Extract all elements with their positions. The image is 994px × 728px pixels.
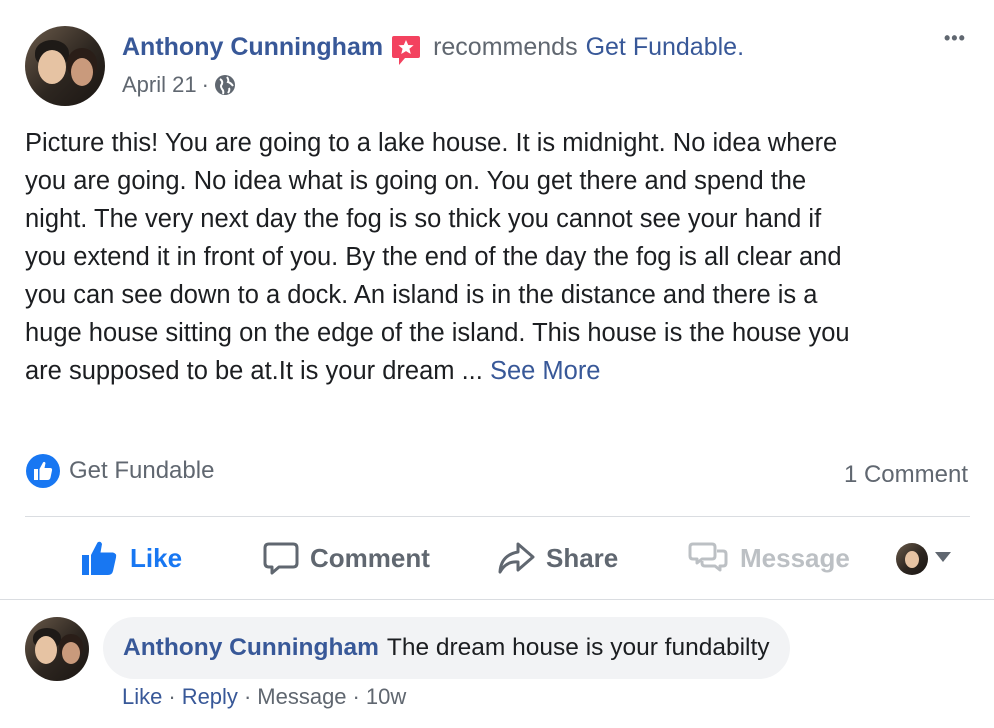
comment-like-link[interactable]: Like [122,684,162,710]
share-button[interactable]: Share [496,538,618,578]
comment-dot: · [352,684,360,709]
post-body-line: you are going. No idea what is going on.… [25,167,807,195]
author-name[interactable]: Anthony Cunningham [122,33,383,62]
post-body: Picture this! You are going to a lake ho… [25,124,975,390]
thumbs-up-icon [80,538,130,578]
comment-author-avatar[interactable] [25,617,89,681]
post-body-text: are supposed to be at.It is your dream .… [25,357,483,385]
small-avatar [896,543,928,575]
comment-message-link[interactable]: Message [257,684,346,710]
post-body-line: Picture this! You are going to a lake ho… [25,129,838,157]
post-date[interactable]: April 21 [122,72,197,98]
divider [0,599,994,600]
comment-label: Comment [310,542,430,573]
comment-dot: · [243,684,252,709]
chevron-down-icon [934,550,952,568]
post-meta: April 21 · [122,72,236,98]
like-reaction-icon [25,453,61,489]
messenger-bubbles-icon [688,538,740,578]
message-label: Message [740,542,850,573]
post-body-line: you can see down to a dock. An island is… [25,281,818,309]
share-label: Share [546,542,619,573]
share-arrow-icon [496,538,546,578]
message-button[interactable]: Message [688,538,850,578]
comment-age[interactable]: 10w [366,684,406,710]
post-body-last-line: are supposed to be at.It is your dream .… [25,352,975,390]
comment-bubble: Anthony Cunningham The dream house is yo… [103,617,790,679]
comment-text: The dream house is your fundabilty [386,634,770,661]
reactions-summary[interactable]: Get Fundable [25,453,214,489]
comment-author-name[interactable]: Anthony Cunningham [123,634,379,662]
like-button[interactable]: Like [80,538,182,578]
post-header-line: Anthony Cunningham recommends Get Fundab… [122,32,744,65]
meta-separator: · [201,72,209,97]
comment-reply-link[interactable]: Reply [182,684,238,710]
post-options-button[interactable]: ••• [944,28,966,49]
recommend-badge-icon [391,34,421,65]
comment-count[interactable]: 1 Comment [844,461,968,489]
like-label: Like [130,542,183,573]
page-name-link[interactable]: Get Fundable. [586,33,744,62]
post-body-line: huge house sitting on the edge of the is… [25,319,850,347]
reaction-liker-name[interactable]: Get Fundable [69,457,214,485]
comment-dot: · [168,684,176,709]
divider [25,516,970,517]
share-as-selector[interactable] [896,543,952,575]
comment-actions: Like · Reply · Message · 10w [122,684,406,710]
comment-button[interactable]: Comment [262,538,430,578]
globe-icon[interactable] [214,74,236,96]
post-body-line: you extend it in front of you. By the en… [25,243,842,271]
recommends-text: recommends [433,32,578,61]
post-body-line: night. The very next day the fog is so t… [25,205,822,233]
see-more-link[interactable]: See More [490,357,601,385]
author-avatar[interactable] [25,26,105,106]
speech-bubble-icon [262,538,310,578]
